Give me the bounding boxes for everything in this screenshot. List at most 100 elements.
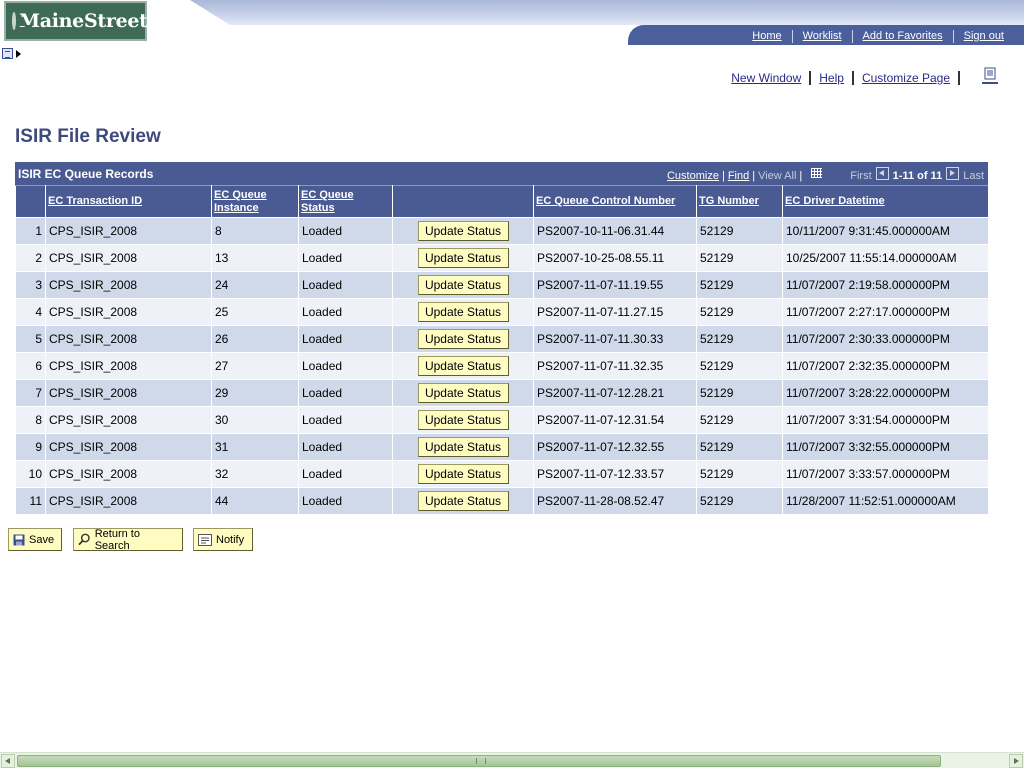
cell-ec-driver-datetime: 11/07/2007 3:32:55.000000PM (782, 433, 989, 461)
col-header-ec-transaction-id[interactable]: EC Transaction ID (45, 185, 212, 218)
grid-tools: Customize | Find | View All | First 1-11… (667, 167, 984, 182)
cell-action: Update Status (392, 460, 534, 488)
notify-button[interactable]: Notify (193, 528, 253, 551)
update-status-button[interactable]: Update Status (417, 356, 509, 376)
cell-ec-driver-datetime: 11/07/2007 3:28:22.000000PM (782, 379, 989, 407)
grid-find-link[interactable]: Find (728, 170, 749, 182)
col-header-tg-number[interactable]: TG Number (696, 185, 783, 218)
cell-action: Update Status (392, 217, 534, 245)
expand-arrow-icon[interactable] (16, 50, 21, 58)
cell-ec-transaction-id: CPS_ISIR_2008 (45, 325, 212, 353)
update-status-button[interactable]: Update Status (417, 383, 509, 403)
col-header-ec-queue-control-number[interactable]: EC Queue Control Number (533, 185, 697, 218)
table-row: 8 CPS_ISIR_2008 30 Loaded Update Status PS200… (15, 406, 989, 434)
save-label: Save (29, 533, 55, 546)
cell-ec-transaction-id: CPS_ISIR_2008 (45, 460, 212, 488)
row-number: 4 (15, 298, 46, 326)
update-status-button[interactable]: Update Status (417, 329, 509, 349)
update-status-button[interactable]: Update Status (417, 221, 509, 241)
cell-tg-number: 52129 (696, 298, 783, 326)
table-row: 11 CPS_ISIR_2008 44 Loaded Update Status PS20… (15, 487, 989, 515)
row-number: 2 (15, 244, 46, 272)
cell-ec-driver-datetime: 10/11/2007 9:31:45.000000AM (782, 217, 989, 245)
row-number: 11 (15, 487, 46, 515)
cell-ec-queue-control-number: PS2007-11-07-12.31.54 (533, 406, 697, 434)
update-status-button[interactable]: Update Status (417, 491, 509, 511)
cell-ec-queue-status: Loaded (298, 217, 393, 245)
col-header-ec-queue-status[interactable]: EC Queue Status (298, 185, 393, 218)
cell-ec-queue-control-number: PS2007-11-07-11.32.35 (533, 352, 697, 380)
table-row: 1 CPS_ISIR_2008 8 Loaded Update Status PS2007… (15, 217, 989, 245)
cell-tg-number: 52129 (696, 379, 783, 407)
grid-row-range: 1-11 of 11 (892, 169, 943, 182)
cell-ec-queue-instance: 44 (211, 487, 299, 515)
link-separator (958, 71, 960, 85)
notify-icon (198, 533, 212, 546)
mainestreet-logo: MaineStreet (4, 1, 148, 41)
cell-ec-queue-instance: 24 (211, 271, 299, 299)
cell-ec-queue-control-number: PS2007-11-07-12.33.57 (533, 460, 697, 488)
update-status-button[interactable]: Update Status (417, 410, 509, 430)
grid-title: ISIR EC Queue Records (18, 166, 154, 181)
col-header-ec-queue-instance[interactable]: EC Queue Instance (211, 185, 299, 218)
scroll-left-icon[interactable] (1, 754, 15, 768)
cell-ec-queue-status: Loaded (298, 379, 393, 407)
scrollbar-thumb[interactable] (17, 755, 941, 767)
link-separator (809, 71, 812, 85)
cell-tg-number: 52129 (696, 487, 783, 515)
cell-ec-queue-status: Loaded (298, 352, 393, 380)
cell-ec-queue-status: Loaded (298, 487, 393, 515)
cell-ec-queue-status: Loaded (298, 298, 393, 326)
row-number: 8 (15, 406, 46, 434)
table-header-row: EC Transaction ID EC Queue Instance EC Q… (15, 185, 989, 218)
help-link[interactable]: Help (819, 71, 844, 85)
grid-customize-link[interactable]: Customize (667, 170, 719, 182)
row-number: 10 (15, 460, 46, 488)
update-status-button[interactable]: Update Status (417, 437, 509, 457)
nav-sign-out-link[interactable]: Sign out (952, 30, 1014, 43)
http-icon[interactable] (981, 67, 999, 85)
horizontal-scrollbar[interactable] (0, 752, 1024, 768)
cell-ec-queue-control-number: PS2007-11-07-12.32.55 (533, 433, 697, 461)
update-status-button[interactable]: Update Status (417, 275, 509, 295)
cell-ec-transaction-id: CPS_ISIR_2008 (45, 433, 212, 461)
table-row: 6 CPS_ISIR_2008 27 Loaded Update Status PS200… (15, 352, 989, 380)
cell-ec-queue-control-number: PS2007-10-25-08.55.11 (533, 244, 697, 272)
nav-worklist-link[interactable]: Worklist (791, 30, 852, 43)
customize-page-link[interactable]: Customize Page (862, 71, 950, 85)
nav-home-link[interactable]: Home (742, 30, 791, 43)
header-band (190, 0, 1024, 25)
row-number: 6 (15, 352, 46, 380)
cell-action: Update Status (392, 379, 534, 407)
cell-ec-transaction-id: CPS_ISIR_2008 (45, 352, 212, 380)
scroll-right-icon[interactable] (1009, 754, 1023, 768)
grip-icon (476, 758, 486, 764)
lighthouse-icon (12, 12, 24, 30)
nav-add-favorites-link[interactable]: Add to Favorites (851, 30, 953, 43)
cell-ec-queue-instance: 25 (211, 298, 299, 326)
table-row: 3 CPS_ISIR_2008 24 Loaded Update Status PS200… (15, 271, 989, 299)
col-header-ec-driver-datetime[interactable]: EC Driver Datetime (782, 185, 989, 218)
grid-last-label: Last (963, 169, 984, 182)
row-number: 1 (15, 217, 46, 245)
menu-toggle-icon[interactable] (2, 48, 13, 59)
cell-action: Update Status (392, 325, 534, 353)
header-nav: Home Worklist Add to Favorites Sign out (628, 25, 1024, 45)
update-status-button[interactable]: Update Status (417, 464, 509, 484)
cell-ec-queue-status: Loaded (298, 244, 393, 272)
return-to-search-button[interactable]: Return to Search (73, 528, 183, 552)
save-button[interactable]: Save (8, 528, 62, 551)
cell-ec-queue-instance: 27 (211, 352, 299, 380)
table-row: 4 CPS_ISIR_2008 25 Loaded Update Status PS200… (15, 298, 989, 326)
download-grid-icon[interactable] (811, 167, 823, 178)
update-status-button[interactable]: Update Status (417, 302, 509, 322)
new-window-link[interactable]: New Window (731, 71, 801, 85)
cell-tg-number: 52129 (696, 217, 783, 245)
update-status-button[interactable]: Update Status (417, 248, 509, 268)
cell-tg-number: 52129 (696, 352, 783, 380)
cell-ec-queue-instance: 31 (211, 433, 299, 461)
cell-action: Update Status (392, 352, 534, 380)
cell-action: Update Status (392, 487, 534, 515)
cell-ec-driver-datetime: 11/07/2007 2:32:35.000000PM (782, 352, 989, 380)
cell-ec-transaction-id: CPS_ISIR_2008 (45, 298, 212, 326)
